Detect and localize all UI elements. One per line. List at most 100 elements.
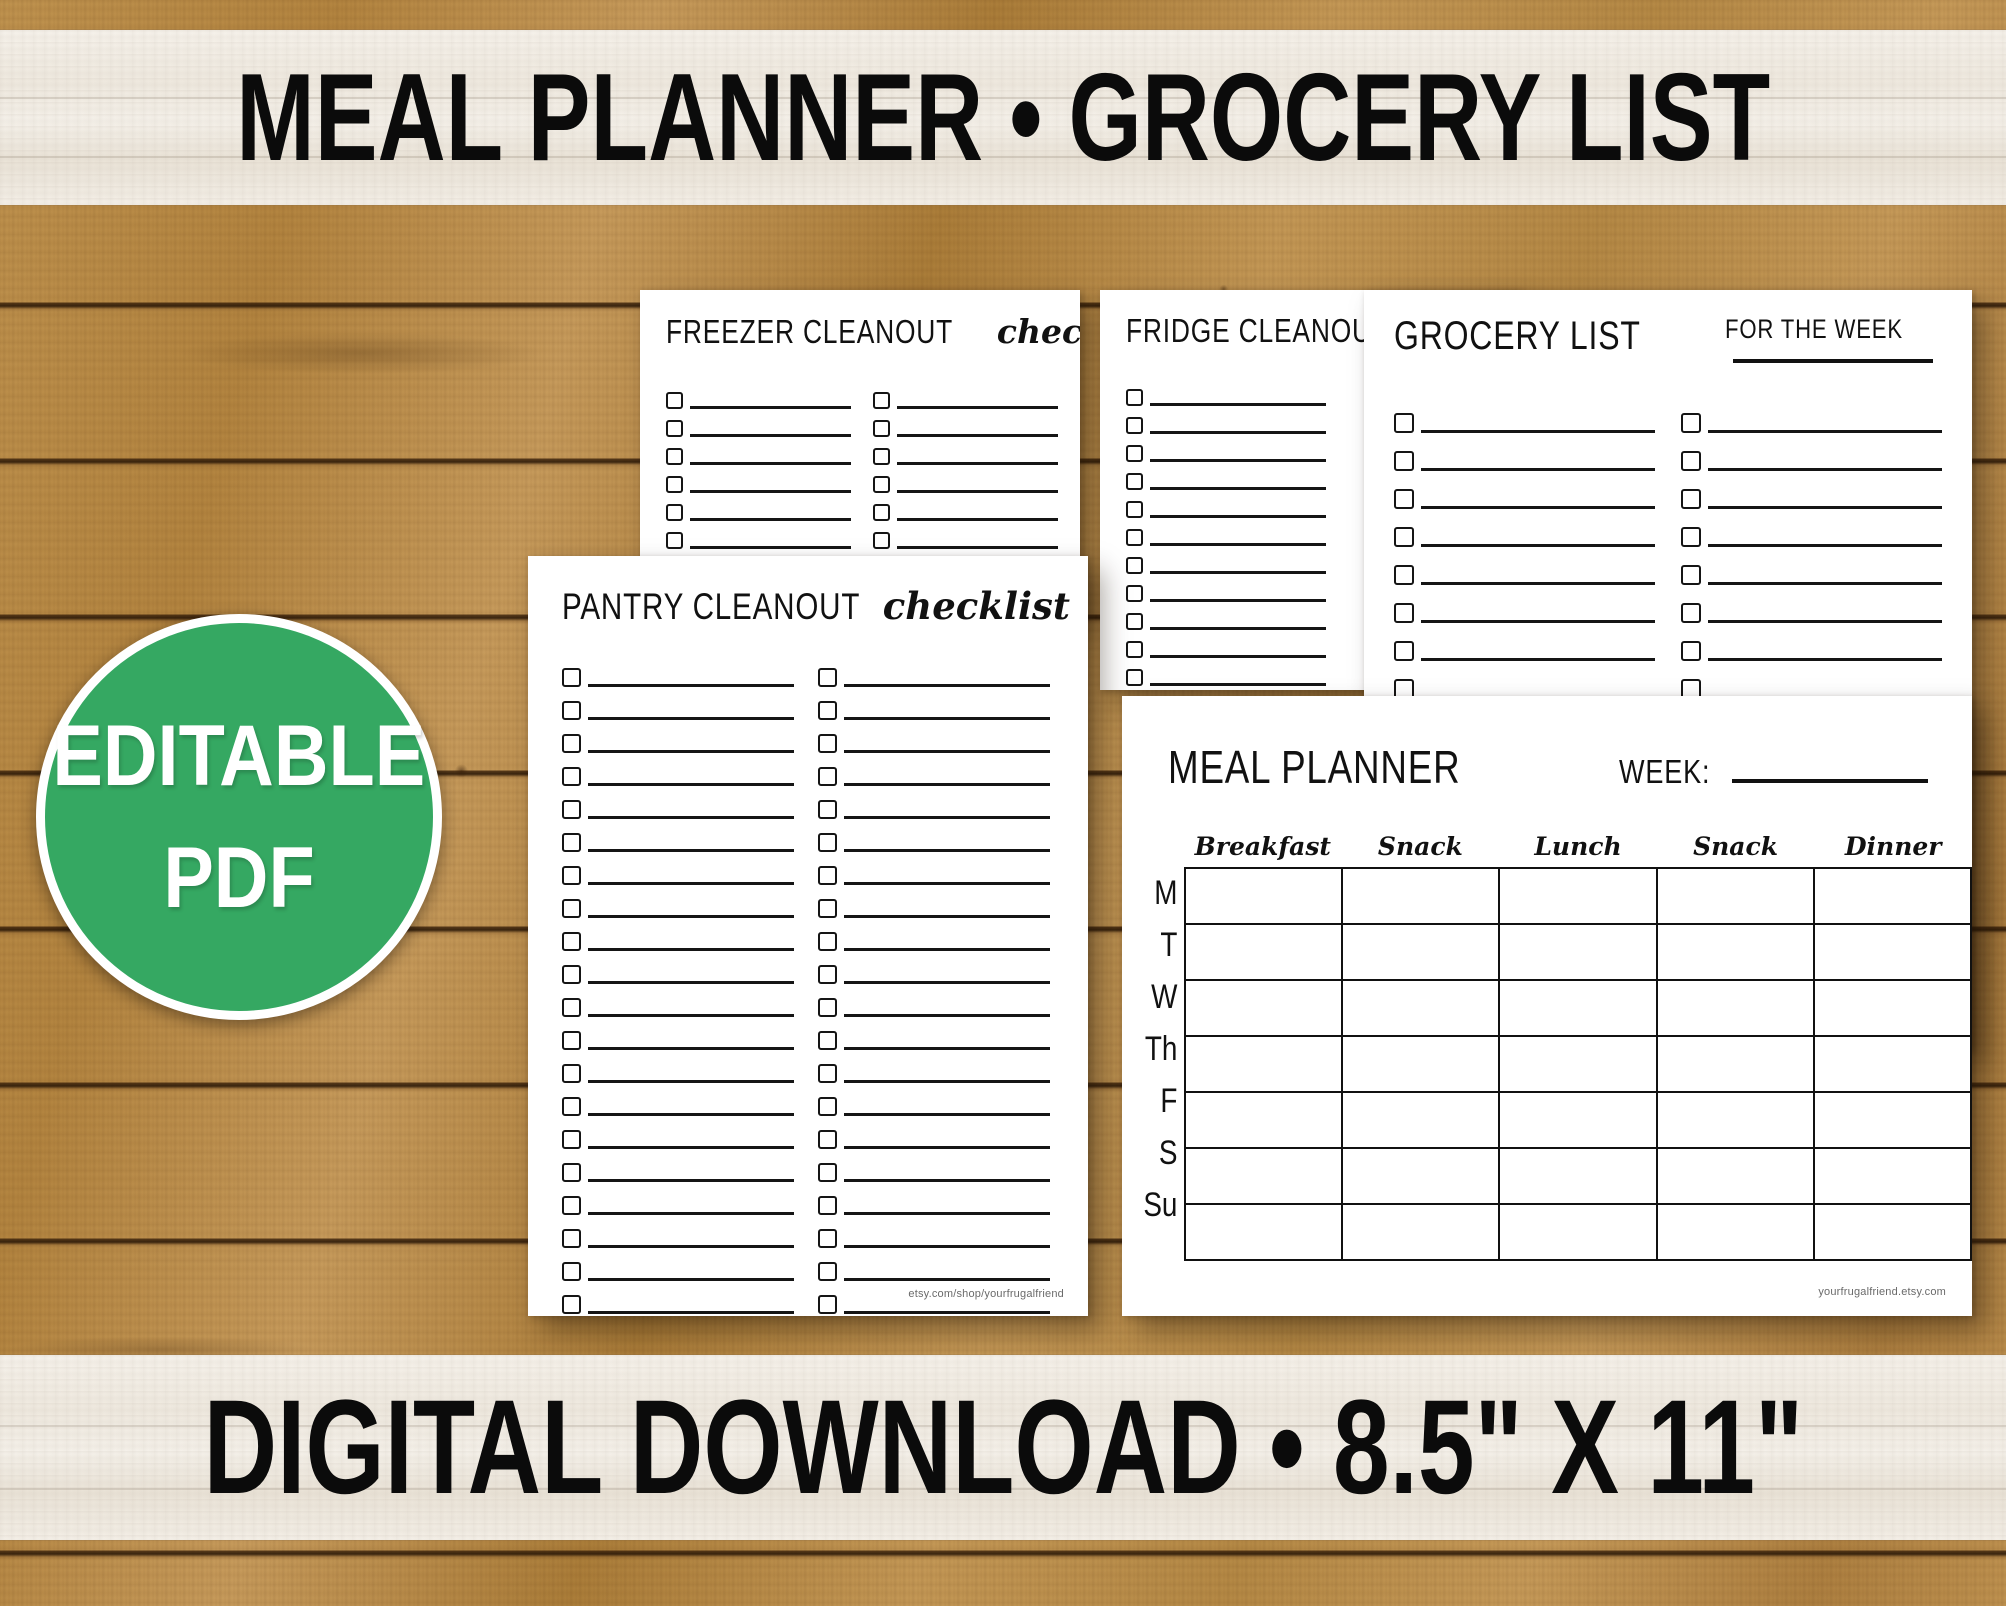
checkbox-icon[interactable] — [1126, 557, 1143, 574]
checkbox-icon[interactable] — [666, 448, 683, 465]
checkbox-icon[interactable] — [818, 1064, 837, 1083]
checkbox-icon[interactable] — [818, 800, 837, 819]
checkbox-icon[interactable] — [1126, 501, 1143, 518]
planner-cell[interactable] — [1812, 1091, 1972, 1149]
planner-cell[interactable] — [1341, 1091, 1501, 1149]
checkbox-icon[interactable] — [1126, 669, 1143, 686]
checkbox-icon[interactable] — [818, 1097, 837, 1116]
checkbox-icon[interactable] — [562, 1130, 581, 1149]
planner-cell[interactable] — [1498, 1147, 1658, 1205]
checkbox-icon[interactable] — [1394, 451, 1414, 471]
planner-cell[interactable] — [1655, 1091, 1815, 1149]
checkbox-icon[interactable] — [562, 899, 581, 918]
write-in-line[interactable] — [844, 1311, 1050, 1314]
planner-cell[interactable] — [1812, 1035, 1972, 1093]
checkbox-icon[interactable] — [818, 1031, 837, 1050]
planner-cell[interactable] — [1341, 1035, 1501, 1093]
planner-cell[interactable] — [1183, 1091, 1344, 1149]
planner-cell[interactable] — [1812, 923, 1972, 981]
planner-cell[interactable] — [1812, 1203, 1972, 1261]
checkbox-icon[interactable] — [1126, 389, 1143, 406]
checkbox-icon[interactable] — [562, 1031, 581, 1050]
checkbox-icon[interactable] — [818, 866, 837, 885]
planner-grid[interactable] — [1183, 867, 1972, 1261]
planner-cell[interactable] — [1498, 1203, 1658, 1261]
planner-cell[interactable] — [1183, 923, 1344, 981]
checkbox-icon[interactable] — [818, 899, 837, 918]
checkbox-icon[interactable] — [562, 767, 581, 786]
checkbox-icon[interactable] — [666, 420, 683, 437]
checkbox-icon[interactable] — [562, 932, 581, 951]
planner-cell[interactable] — [1655, 1035, 1815, 1093]
checkbox-icon[interactable] — [818, 932, 837, 951]
checkbox-icon[interactable] — [818, 833, 837, 852]
checkbox-icon[interactable] — [1126, 585, 1143, 602]
checkbox-icon[interactable] — [873, 420, 890, 437]
checkbox-icon[interactable] — [1681, 565, 1701, 585]
checkbox-icon[interactable] — [666, 532, 683, 549]
planner-cell[interactable] — [1812, 1147, 1972, 1205]
planner-cell[interactable] — [1183, 1203, 1344, 1261]
checkbox-icon[interactable] — [818, 965, 837, 984]
checkbox-icon[interactable] — [1394, 641, 1414, 661]
checkbox-icon[interactable] — [1394, 413, 1414, 433]
checkbox-icon[interactable] — [666, 392, 683, 409]
checkbox-icon[interactable] — [1126, 613, 1143, 630]
checkbox-icon[interactable] — [666, 504, 683, 521]
planner-cell[interactable] — [1655, 979, 1815, 1037]
for-the-week-blank-line[interactable] — [1733, 359, 1934, 363]
checkbox-icon[interactable] — [562, 998, 581, 1017]
checkbox-icon[interactable] — [562, 1097, 581, 1116]
write-in-line[interactable] — [897, 546, 1058, 549]
checkbox-icon[interactable] — [818, 1196, 837, 1215]
checkbox-icon[interactable] — [562, 668, 581, 687]
checkbox-icon[interactable] — [1681, 413, 1701, 433]
planner-cell[interactable] — [1812, 867, 1972, 925]
planner-cell[interactable] — [1498, 923, 1658, 981]
checkbox-icon[interactable] — [1394, 527, 1414, 547]
planner-cell[interactable] — [1655, 1203, 1815, 1261]
checkbox-icon[interactable] — [666, 476, 683, 493]
checkbox-icon[interactable] — [562, 866, 581, 885]
planner-cell[interactable] — [1341, 979, 1501, 1037]
checkbox-icon[interactable] — [818, 668, 837, 687]
checkbox-icon[interactable] — [562, 965, 581, 984]
checkbox-icon[interactable] — [873, 504, 890, 521]
checkbox-icon[interactable] — [1126, 529, 1143, 546]
checkbox-icon[interactable] — [818, 998, 837, 1017]
checkbox-icon[interactable] — [1681, 489, 1701, 509]
planner-cell[interactable] — [1498, 1091, 1658, 1149]
planner-cell[interactable] — [1341, 1203, 1501, 1261]
checkbox-icon[interactable] — [562, 1064, 581, 1083]
planner-cell[interactable] — [1498, 979, 1658, 1037]
checkbox-icon[interactable] — [873, 532, 890, 549]
checkbox-icon[interactable] — [562, 1295, 581, 1314]
checkbox-icon[interactable] — [1681, 451, 1701, 471]
planner-cell[interactable] — [1498, 1035, 1658, 1093]
checkbox-icon[interactable] — [818, 1295, 837, 1314]
planner-cell[interactable] — [1183, 867, 1344, 925]
checkbox-icon[interactable] — [1126, 445, 1143, 462]
planner-cell[interactable] — [1341, 1147, 1501, 1205]
checkbox-icon[interactable] — [562, 800, 581, 819]
checkbox-icon[interactable] — [1394, 565, 1414, 585]
checkbox-icon[interactable] — [873, 392, 890, 409]
checkbox-icon[interactable] — [818, 701, 837, 720]
checkbox-icon[interactable] — [1394, 603, 1414, 623]
checkbox-icon[interactable] — [1126, 473, 1143, 490]
checkbox-icon[interactable] — [562, 1262, 581, 1281]
planner-cell[interactable] — [1498, 867, 1658, 925]
write-in-line[interactable] — [1150, 683, 1326, 686]
checkbox-icon[interactable] — [1681, 527, 1701, 547]
checkbox-icon[interactable] — [818, 1262, 837, 1281]
planner-cell[interactable] — [1183, 979, 1344, 1037]
checkbox-icon[interactable] — [1681, 603, 1701, 623]
checkbox-icon[interactable] — [873, 448, 890, 465]
checkbox-icon[interactable] — [1681, 641, 1701, 661]
planner-cell[interactable] — [1655, 923, 1815, 981]
checkbox-icon[interactable] — [818, 1163, 837, 1182]
planner-cell[interactable] — [1655, 1147, 1815, 1205]
checkbox-icon[interactable] — [818, 767, 837, 786]
planner-cell[interactable] — [1341, 867, 1501, 925]
checkbox-icon[interactable] — [562, 1163, 581, 1182]
